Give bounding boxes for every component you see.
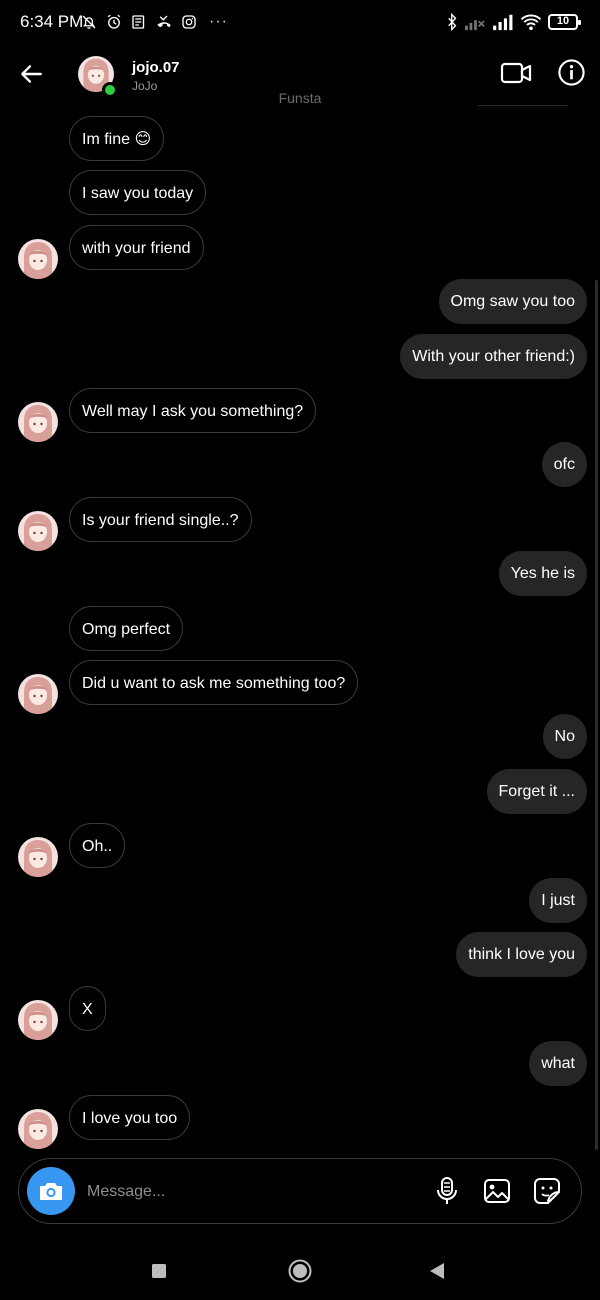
received-message-bubble[interactable]: I love you too [69,1095,191,1140]
message-composer [18,1158,582,1224]
sender-avatar[interactable] [18,1109,58,1149]
sticker-icon[interactable] [533,1176,561,1206]
message-input[interactable] [87,1177,387,1207]
sender-avatar[interactable] [18,511,58,551]
received-message-bubble[interactable]: with your friend [69,225,204,270]
received-message-bubble[interactable]: X [69,986,106,1031]
bluetooth-icon [448,13,457,31]
contact-avatar[interactable] [78,56,118,98]
battery-icon: 10 [548,14,581,30]
sent-message-bubble[interactable]: Omg saw you too [438,279,587,324]
sender-avatar[interactable] [18,674,58,714]
recents-button[interactable] [151,1263,167,1279]
sent-message-bubble[interactable]: No [542,714,587,759]
avatar-image [18,1109,58,1149]
camera-button[interactable] [27,1167,75,1215]
home-button[interactable] [288,1259,312,1283]
video-call-icon[interactable] [500,59,532,87]
status-time: 6:34 PM [20,12,84,31]
camera-icon [40,1183,62,1200]
more-notifications-icon: ··· [209,13,228,30]
scrollbar[interactable] [595,280,598,1150]
avatar-image [18,1000,58,1040]
received-message-bubble[interactable]: Oh.. [69,823,126,868]
sent-message-bubble[interactable]: Forget it ... [486,769,587,814]
sender-avatar[interactable] [18,1000,58,1040]
chat-subtitle: Funsta [278,90,322,106]
sender-avatar[interactable] [18,402,58,442]
back-arrow-icon[interactable] [18,61,44,87]
received-message-bubble[interactable]: I saw you today [69,170,207,215]
news-icon [132,15,145,29]
wifi-icon [520,14,542,31]
microphone-icon[interactable] [433,1176,461,1206]
sent-message-bubble[interactable]: I just [529,878,587,923]
chat-header: jojo.07 JoJo Funsta [0,44,600,106]
received-message-bubble[interactable]: Did u want to ask me something too? [69,660,359,705]
received-message-bubble[interactable]: Im fine 😊 [69,116,165,161]
sent-message-bubble[interactable]: think I love you [456,932,587,977]
alarm-icon [107,14,121,29]
received-message-bubble[interactable]: Omg perfect [69,606,184,651]
header-divider [478,105,568,106]
sent-message-bubble[interactable]: Yes he is [498,551,587,596]
info-icon[interactable] [557,58,586,87]
sent-message-bubble[interactable]: With your other friend:) [400,334,587,379]
avatar-image [18,239,58,279]
avatar-image [18,837,58,877]
sender-avatar[interactable] [18,837,58,877]
back-nav-button[interactable] [429,1262,445,1280]
system-icons: 10 [447,11,581,33]
battery-level: 10 [556,15,570,27]
signal-icon [493,14,513,31]
received-message-bubble[interactable]: Well may I ask you something? [69,388,317,433]
notification-icons: ··· [80,10,228,34]
sent-message-bubble[interactable]: ofc [541,442,587,487]
system-navigation-bar [0,1244,600,1300]
status-bar: 6:34 PM ··· 10 [0,0,600,44]
mute-bell-icon [82,15,96,29]
missed-call-icon [157,15,171,28]
avatar-image [18,674,58,714]
avatar-image [18,402,58,442]
sender-avatar[interactable] [18,239,58,279]
gallery-icon[interactable] [483,1176,511,1206]
signal-off-icon [465,20,485,31]
received-message-bubble[interactable]: Is your friend single..? [69,497,252,542]
contact-username[interactable]: jojo.07 [132,59,180,76]
avatar-image [18,511,58,551]
instagram-icon [182,15,196,29]
sent-message-bubble[interactable]: what [529,1041,587,1086]
